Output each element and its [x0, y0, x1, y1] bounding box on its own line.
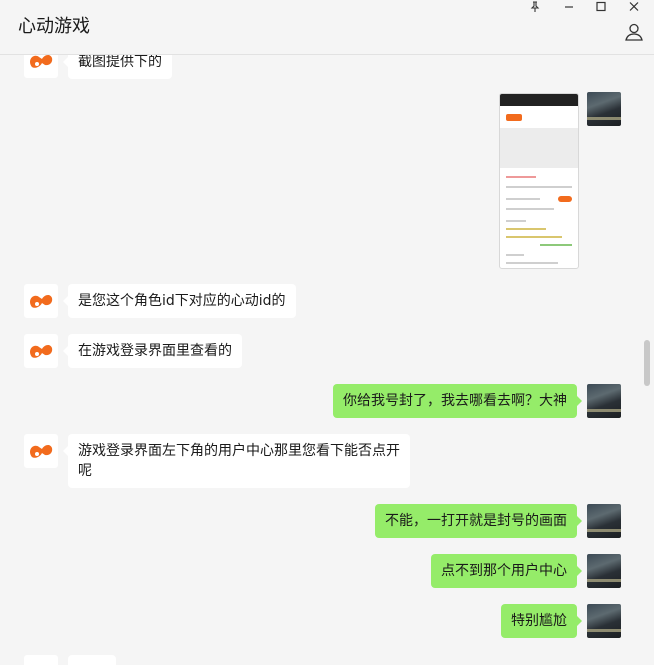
xd-logo-icon	[30, 295, 53, 308]
scrollbar[interactable]	[644, 340, 650, 386]
minimize-icon[interactable]	[558, 0, 580, 14]
xd-logo-icon	[30, 445, 53, 458]
avatar[interactable]	[587, 504, 621, 538]
avatar[interactable]	[24, 434, 58, 468]
message-bubble[interactable]: 截图提供下的	[63, 55, 172, 79]
avatar[interactable]	[587, 92, 621, 126]
avatar[interactable]	[587, 554, 621, 588]
avatar[interactable]	[24, 284, 58, 318]
close-icon[interactable]	[623, 0, 645, 14]
title-bar: 心动游戏	[0, 0, 654, 55]
message-bubble[interactable]: 游戏登录界面左下角的用户中心那里您看下能否点开呢	[63, 434, 410, 488]
chat-area[interactable]: 截图提供下的 是您这个角色id下对应的心动id的 在游戏登录界面里查看的 你给我…	[0, 55, 640, 665]
message-bubble[interactable]: 你给我号封了，我去哪看去啊？大神	[333, 384, 582, 418]
avatar[interactable]	[24, 655, 58, 665]
window-title: 心动游戏	[18, 16, 90, 37]
avatar[interactable]	[587, 604, 621, 638]
message-bubble[interactable]: 在游戏登录界面里查看的	[63, 334, 242, 368]
avatar[interactable]	[24, 334, 58, 368]
avatar[interactable]	[24, 55, 58, 78]
xd-logo-icon	[30, 345, 53, 358]
message-bubble[interactable]	[68, 655, 116, 665]
message-bubble[interactable]: 是您这个角色id下对应的心动id的	[63, 284, 296, 318]
message-bubble[interactable]: 点不到那个用户中心	[431, 554, 582, 588]
pin-icon[interactable]	[524, 0, 546, 14]
message-bubble[interactable]: 特别尴尬	[501, 604, 582, 638]
avatar[interactable]	[587, 384, 621, 418]
screenshot-thumbnail[interactable]	[499, 93, 579, 269]
xd-logo-icon	[30, 55, 53, 68]
profile-icon[interactable]	[624, 22, 644, 42]
maximize-icon[interactable]	[590, 0, 612, 14]
message-bubble[interactable]: 不能，一打开就是封号的画面	[375, 504, 582, 538]
